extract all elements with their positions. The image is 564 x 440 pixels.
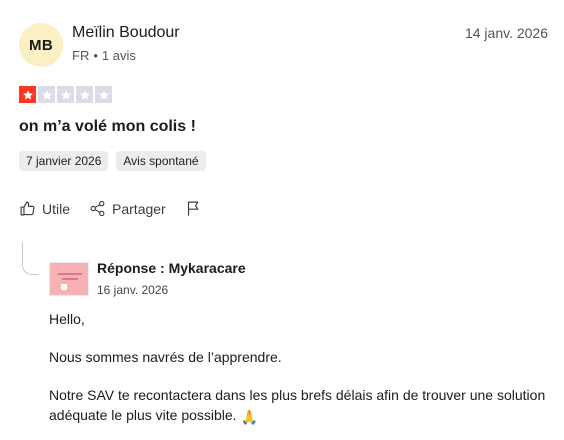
review-date: 14 janv. 2026 <box>464 25 548 41</box>
star-icon <box>19 86 36 103</box>
star-rating <box>19 86 112 103</box>
reply-paragraph: Hello, <box>49 311 85 327</box>
share-button[interactable]: Partager <box>89 200 166 217</box>
reply-paragraph: Nous sommes navrés de l’apprendre. <box>49 349 282 365</box>
folded-hands-emoji: 🙏 <box>240 409 259 425</box>
reply-title: Réponse : Mykaracare <box>97 260 246 276</box>
star-icon <box>76 86 93 103</box>
reply-paragraph-text: Notre SAV te recontactera dans les plus … <box>49 387 546 423</box>
star-icon <box>95 86 112 103</box>
share-label: Partager <box>112 200 166 217</box>
useful-button[interactable]: Utile <box>19 200 70 217</box>
company-logo[interactable] <box>49 262 89 296</box>
thumbs-up-icon <box>19 200 36 217</box>
review-actions: Utile Partager <box>19 200 221 217</box>
author-review-count: 1 avis <box>101 48 136 63</box>
experience-date-tag: 7 janvier 2026 <box>19 151 109 171</box>
author-country: FR <box>72 48 90 63</box>
author-meta: FR • 1 avis <box>72 48 136 63</box>
star-icon <box>57 86 74 103</box>
useful-label: Utile <box>42 200 71 217</box>
star-icon <box>38 86 55 103</box>
report-button[interactable] <box>185 200 202 217</box>
review-type-tag: Avis spontané <box>116 151 206 171</box>
flag-icon <box>185 200 202 217</box>
share-icon <box>89 200 106 217</box>
separator-dot: • <box>93 48 98 63</box>
reply-date: 16 janv. 2026 <box>97 283 169 297</box>
review-tags: 7 janvier 2026 Avis spontané <box>19 151 206 171</box>
reply-connector <box>22 242 39 275</box>
reply-paragraph: Notre SAV te recontactera dans les plus … <box>49 385 549 427</box>
author-name[interactable]: Meïlin Boudour <box>72 24 180 42</box>
review-title[interactable]: on m’a volé mon colis ! <box>19 118 196 136</box>
avatar: MB <box>19 23 63 67</box>
